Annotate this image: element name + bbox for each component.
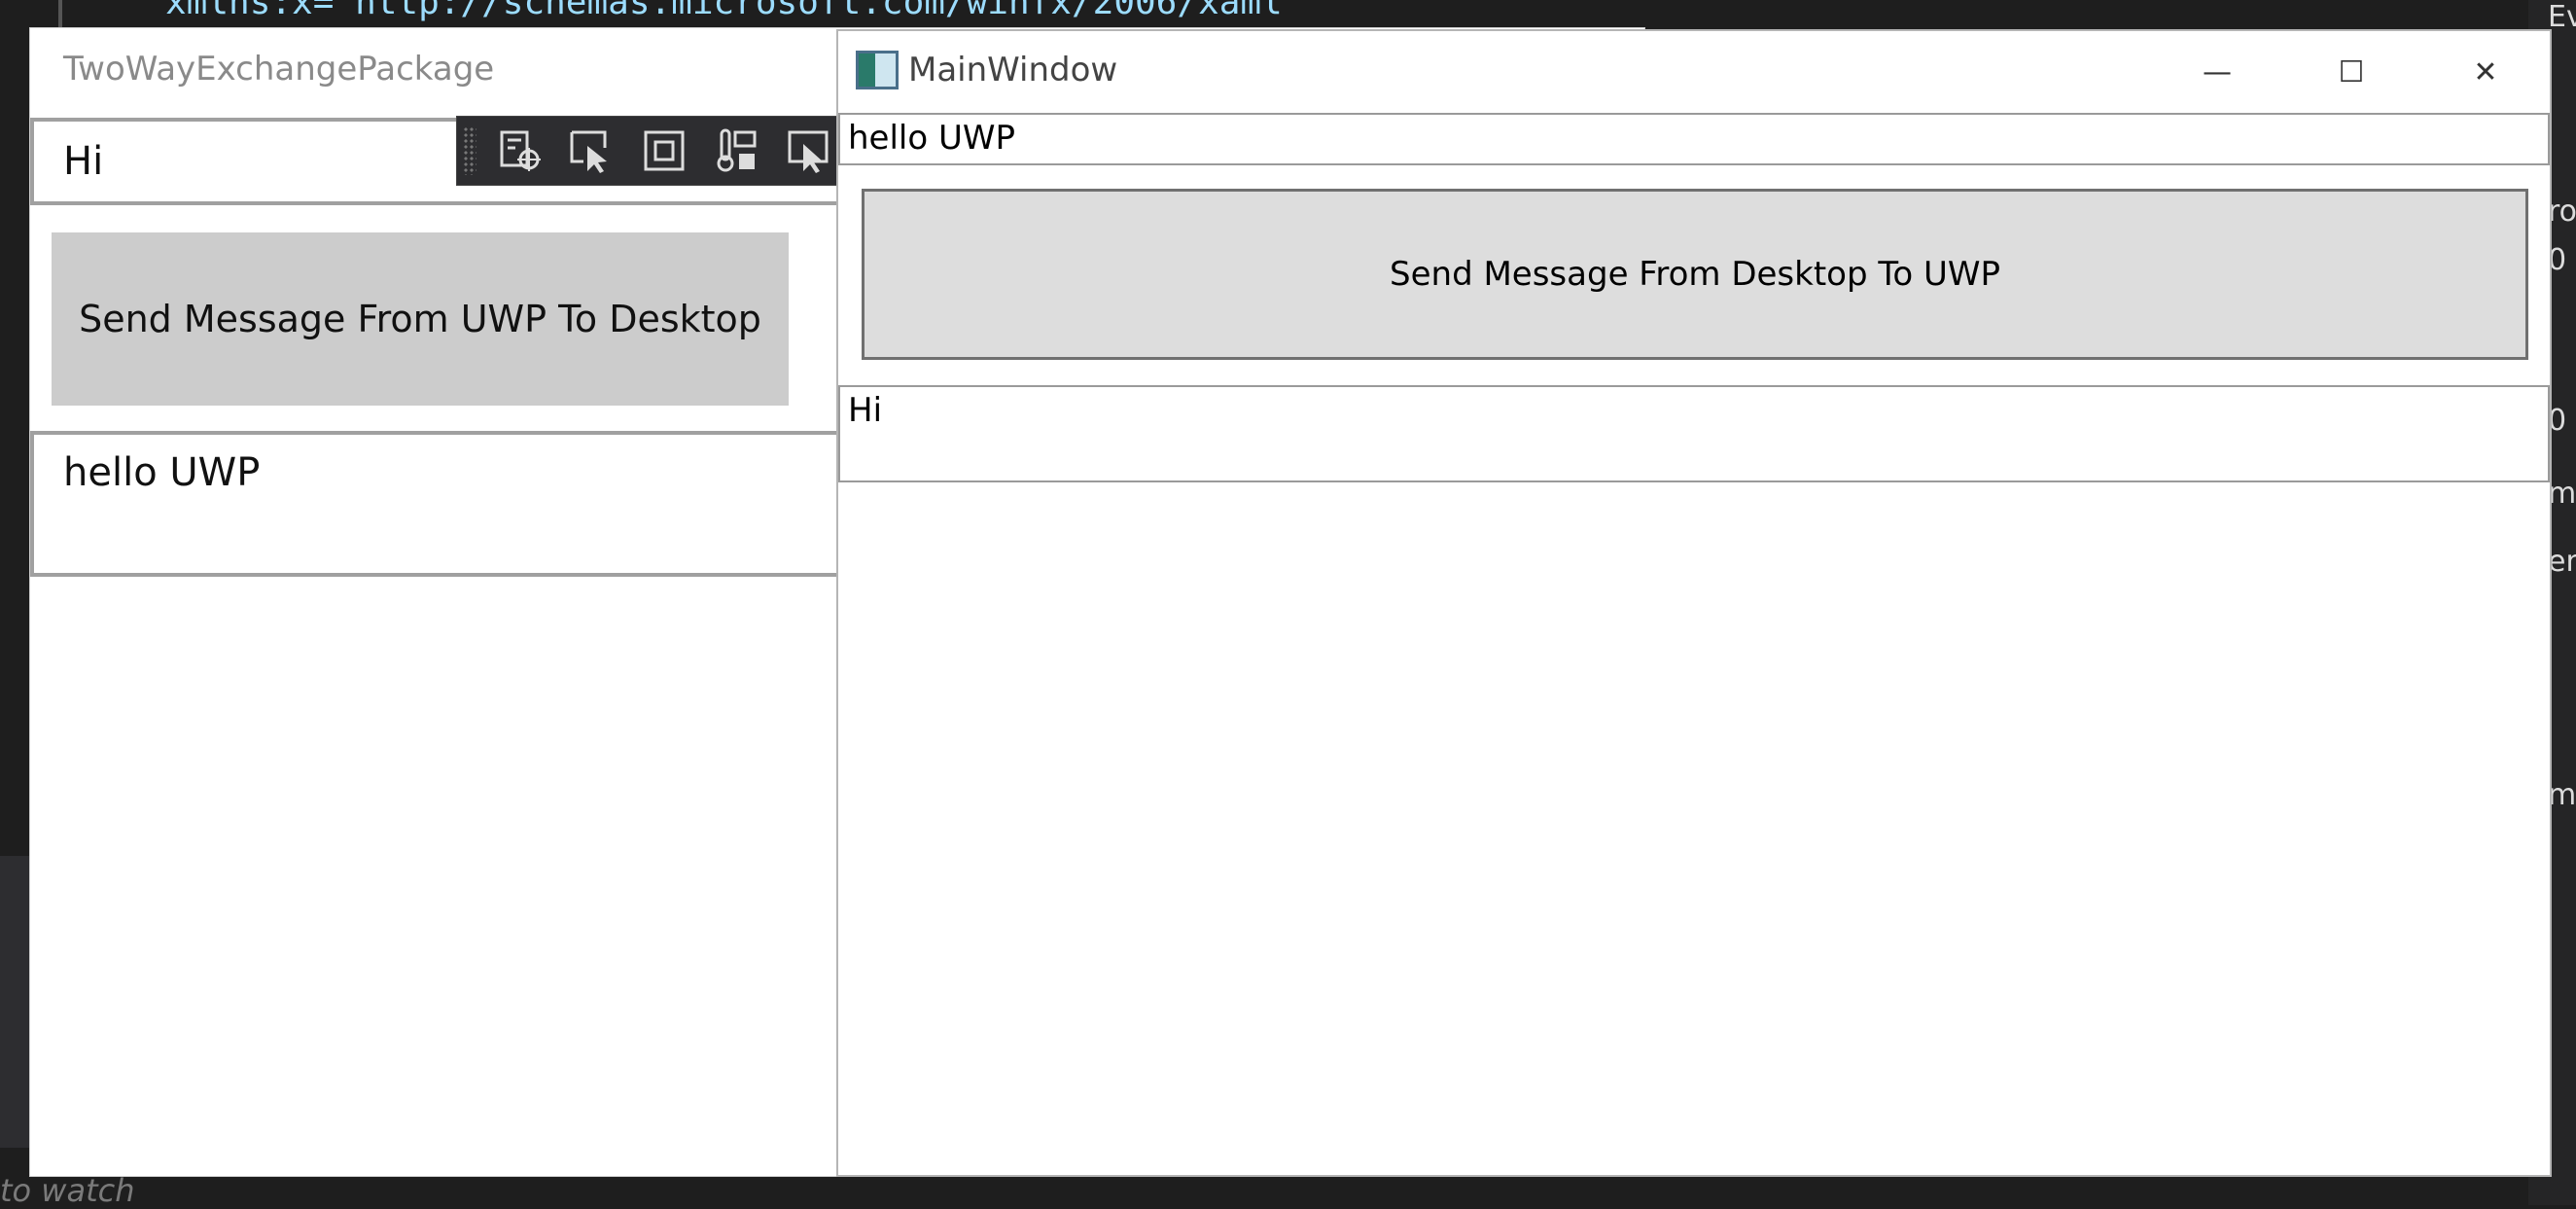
wpf-window-title: MainWindow [908,51,1118,89]
ide-panel-text: Eve [2548,0,2576,34]
ide-left-panel [0,856,29,1148]
ide-gutter [58,0,62,29]
ide-panel-text: m [2548,778,2576,812]
minimize-button[interactable]: — [2178,43,2256,101]
xaml-namespace-line: xmlns:x="http://schemas.microsoft.com/wi… [165,0,1304,22]
xaml-debug-toolbar [456,116,866,186]
ide-panel-text: ro [2548,195,2576,229]
wpf-titlebar[interactable]: MainWindow — ☐ ✕ [838,31,2550,113]
ide-panel-text: en [2548,545,2576,579]
send-desktop-to-uwp-button[interactable]: Send Message From Desktop To UWP [862,189,2528,360]
watch-hint: to watch [0,1172,135,1209]
wpf-received-message-value: Hi [848,391,883,430]
uwp-message-input-value: Hi [63,139,104,184]
ide-code-line: xmlns:x="http://schemas.microsoft.com/wi… [0,0,1614,29]
wpf-message-input[interactable]: hello UWP [838,113,2550,165]
uwp-received-message-value: hello UWP [63,450,261,495]
close-button[interactable]: ✕ [2447,43,2524,101]
app-window-icon [856,51,899,89]
maximize-button[interactable]: ☐ [2312,43,2390,101]
wpf-main-window: MainWindow — ☐ ✕ hello UWP Send Message … [836,29,2552,1177]
preview-selection-icon[interactable] [784,126,832,175]
live-visual-tree-icon[interactable] [496,126,545,175]
track-focus-icon[interactable] [712,126,760,175]
select-element-icon[interactable] [566,126,615,175]
uwp-window-title: TwoWayExchangePackage [63,50,495,89]
toolbar-grip[interactable] [463,126,476,175]
wpf-message-input-value: hello UWP [848,119,1015,158]
ide-panel-text: m [2548,477,2576,511]
send-uwp-to-desktop-button[interactable]: Send Message From UWP To Desktop [52,232,789,406]
wpf-received-message[interactable]: Hi [838,385,2550,482]
display-adorners-icon[interactable] [640,126,688,175]
